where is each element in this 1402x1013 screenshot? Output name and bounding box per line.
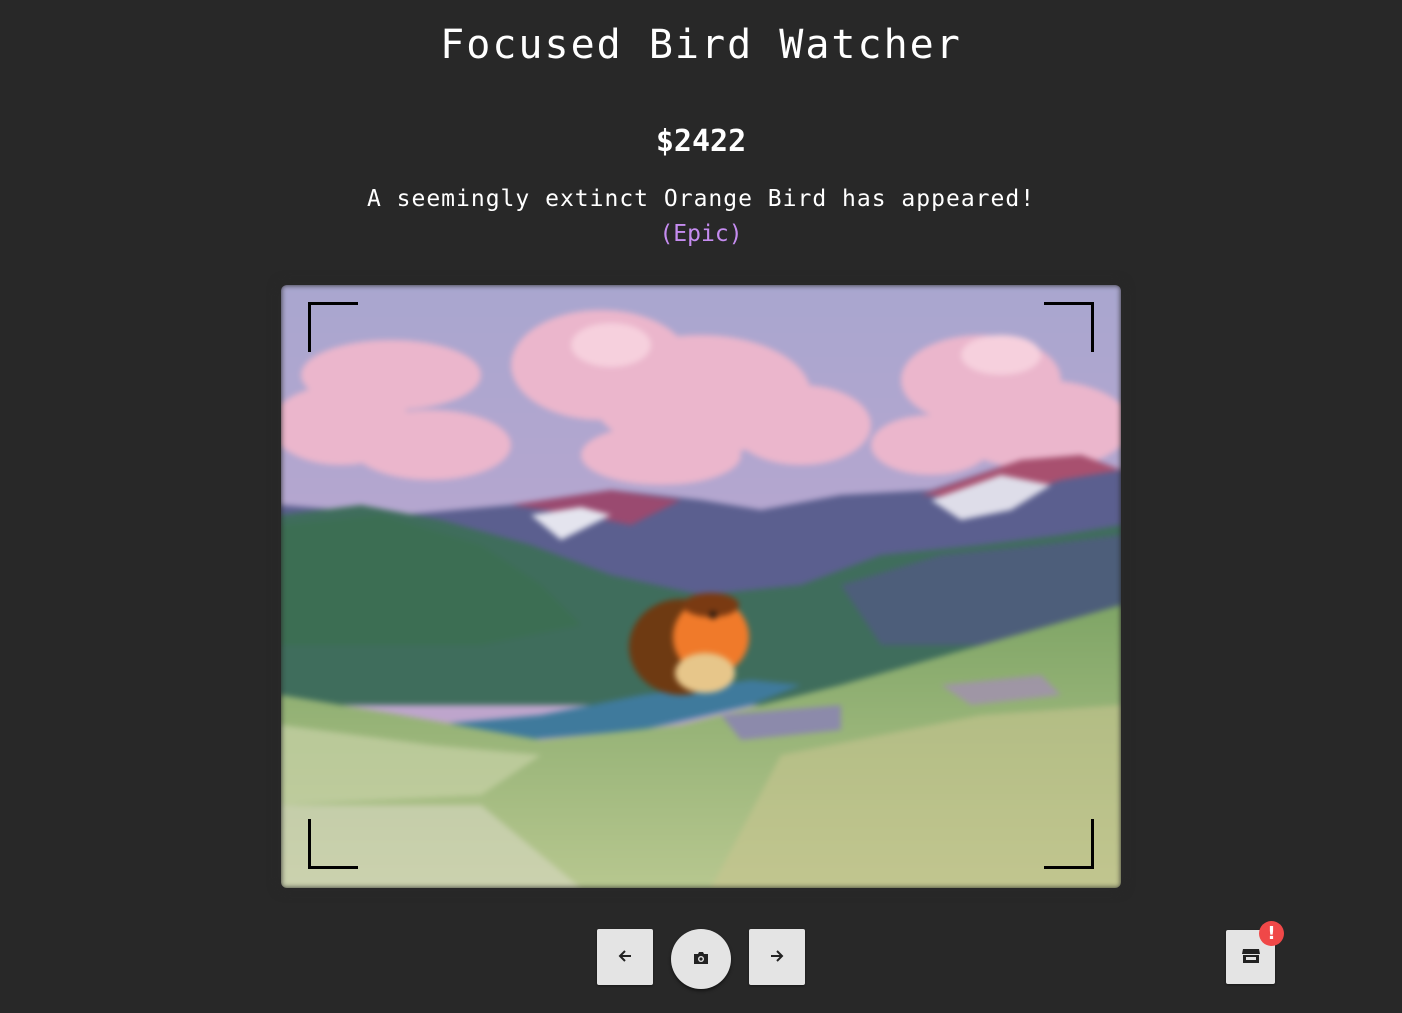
game-title: Focused Bird Watcher (440, 22, 962, 68)
viewfinder-corner-top-right (1044, 302, 1094, 352)
camera-viewfinder[interactable] (281, 285, 1121, 888)
previous-scene-button[interactable] (597, 929, 653, 985)
viewfinder-corner-bottom-left (308, 819, 358, 869)
game-screen: Focused Bird Watcher $2422 A seemingly e… (0, 0, 1402, 1013)
camera-icon (693, 951, 709, 968)
arrow-left-icon (617, 948, 633, 967)
store-icon (1241, 948, 1261, 967)
shop-notification-badge: ! (1259, 921, 1284, 946)
viewfinder-corner-top-left (308, 302, 358, 352)
arrow-right-icon (769, 948, 785, 967)
money-counter: $2422 (655, 124, 747, 159)
next-scene-button[interactable] (749, 929, 805, 985)
sighting-message: A seemingly extinct Orange Bird has appe… (366, 186, 1036, 212)
landscape-scene (281, 285, 1121, 888)
viewfinder-corner-bottom-right (1044, 819, 1094, 869)
landscape-image (281, 285, 1121, 888)
rarity-label: (Epic) (659, 221, 743, 247)
take-photo-button[interactable] (671, 929, 731, 989)
